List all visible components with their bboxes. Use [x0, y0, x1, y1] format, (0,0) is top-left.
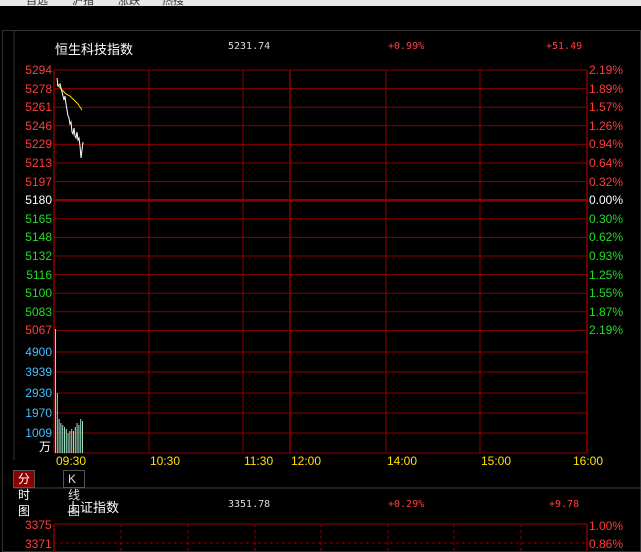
- price-label: 5116: [26, 267, 52, 282]
- percent-label: 1.26%: [589, 118, 624, 133]
- volume-label: 4900: [25, 345, 52, 359]
- price-label: 5229: [25, 137, 52, 152]
- percent-label: 0.62%: [589, 230, 624, 245]
- second-price-label: 3375: [25, 518, 52, 532]
- volume-bar: [76, 423, 78, 453]
- volume-bar: [67, 433, 69, 453]
- time-label: 14:00: [387, 454, 418, 468]
- price-label: 5067: [25, 323, 52, 338]
- volume-bar: [65, 429, 67, 453]
- percent-label: 1.55%: [589, 286, 624, 301]
- second-percent-label: 1.00%: [589, 519, 624, 533]
- time-label: 15:00: [481, 454, 512, 468]
- price-label: 5213: [25, 156, 52, 170]
- percent-label: 0.00%: [589, 193, 624, 208]
- volume-bar: [58, 419, 60, 453]
- percent-label: 0.32%: [589, 174, 624, 189]
- percent-label: 2.19%: [589, 323, 624, 338]
- volume-bar: [62, 425, 64, 453]
- time-label: 10:30: [150, 454, 181, 468]
- price-label: 5246: [25, 118, 52, 133]
- second-change-amount: +9.78: [549, 499, 580, 510]
- volume-label: 2930: [25, 385, 52, 400]
- tab-intraday[interactable]: 分时图: [13, 470, 36, 518]
- volume-bar: [56, 393, 58, 453]
- price-label: 5294: [25, 63, 52, 77]
- price-label: 5083: [25, 304, 52, 319]
- volume-bar: [69, 431, 71, 453]
- chart-grid: [13, 30, 641, 489]
- percent-label: 1.87%: [589, 304, 624, 319]
- volume-label: 1970: [25, 405, 52, 420]
- second-percent-label: 0.86%: [589, 537, 624, 551]
- percent-label: 1.89%: [589, 81, 624, 96]
- percent-label: 1.57%: [589, 100, 624, 115]
- percent-label: 1.25%: [589, 267, 624, 282]
- second-price-label: 3371: [25, 537, 52, 551]
- percent-label: 2.19%: [589, 63, 624, 77]
- time-label: 12:00: [291, 454, 322, 468]
- price-label: 5180: [25, 193, 52, 208]
- volume-bars: [55, 329, 83, 453]
- price-label: 5148: [25, 230, 52, 245]
- volume-bar: [78, 425, 80, 453]
- time-label: 09:30: [56, 454, 87, 468]
- second-change-percent: +0.29%: [388, 499, 425, 510]
- time-label: 16:00: [573, 454, 604, 468]
- percent-label: 0.30%: [589, 211, 624, 226]
- second-index-name: 上证指数: [67, 500, 120, 515]
- price-label: 5100: [25, 286, 52, 301]
- price-label: 5165: [25, 211, 52, 226]
- volume-label: 3939: [25, 365, 52, 380]
- volume-label: 1009: [25, 426, 52, 441]
- price-line: [56, 77, 84, 159]
- volume-bar: [80, 419, 82, 453]
- volume-bar: [64, 427, 65, 453]
- volume-bar: [74, 427, 76, 453]
- volume-bar: [71, 429, 73, 453]
- volume-bar: [73, 431, 74, 453]
- tab-kline[interactable]: K线图: [63, 470, 85, 518]
- price-label: 5261: [25, 100, 52, 115]
- intraday-chart[interactable]: [0, 0, 641, 552]
- volume-bar: [82, 421, 83, 453]
- percent-label: 0.94%: [589, 137, 624, 152]
- percent-label: 0.64%: [589, 156, 624, 170]
- time-label: 11:30: [244, 454, 274, 468]
- volume-bar: [60, 423, 62, 453]
- volume-bar: [55, 329, 56, 453]
- price-label: 5278: [25, 81, 52, 96]
- second-last-price: 3351.78: [228, 499, 271, 510]
- second-chart-grid: [53, 523, 588, 552]
- percent-label: 0.93%: [589, 249, 624, 263]
- price-label: 5197: [25, 174, 52, 189]
- volume-unit: 万: [39, 440, 52, 454]
- price-label: 5132: [25, 249, 52, 263]
